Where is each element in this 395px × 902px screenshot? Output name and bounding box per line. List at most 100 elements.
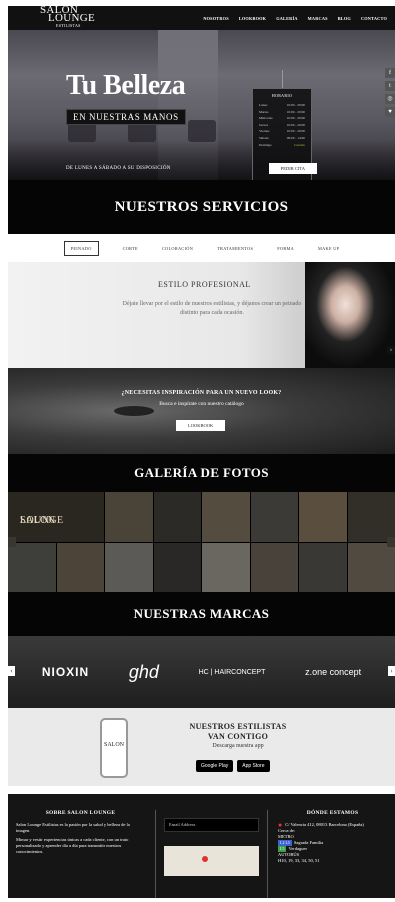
nav-link-marcas[interactable]: MARCAS <box>308 16 328 21</box>
hours-time: Cerrado <box>294 142 305 147</box>
brands-prev-icon[interactable]: ‹ <box>8 666 15 676</box>
address-text: C/ Valencia 412, 08013 Barcelona (España… <box>285 822 364 827</box>
salon-lounge-logo[interactable]: SALON LOUNGE ESTILISTAS <box>40 5 96 30</box>
gallery-photo[interactable] <box>8 542 56 592</box>
service-text: Déjate llevar por el estilo de nuestros … <box>122 301 302 316</box>
hours-time: 10:00 - 20:00 <box>286 122 305 127</box>
hours-time: 10:00 - 20:00 <box>286 116 305 121</box>
nav-link-galeria[interactable]: GALERÍA <box>276 16 297 21</box>
app-heading-line1: NUESTROS ESTILISTAS <box>189 722 287 731</box>
nav-link-nosotros[interactable]: NOSOTROS <box>203 16 228 21</box>
footer-about-title: SOBRE SALON LOUNGE <box>45 810 116 816</box>
gallery-photo[interactable] <box>299 492 347 542</box>
gallery-logo-line2: LOUNGE <box>20 515 64 526</box>
hero-banner: Tu Belleza EN NUESTRAS MANOS HORARIO Lun… <box>8 30 395 180</box>
hero-subtitle: EN NUESTRAS MANOS <box>66 109 186 125</box>
lookbook-button[interactable]: LOOKBOOK <box>176 420 226 431</box>
gallery-next-icon[interactable]: › <box>387 537 395 547</box>
logo-line2: LOUNGE <box>48 12 96 24</box>
app-promo: SALON NUESTROS ESTILISTAS VAN CONTIGO Des… <box>8 708 395 786</box>
bus-lines: H10, 19, 33, 34, 50, 51 <box>278 858 320 863</box>
nav-link-contacto[interactable]: CONTACTO <box>361 16 387 21</box>
hours-row: Martes 10:00 - 20:00 <box>259 109 305 116</box>
gallery-title: GALERÍA DE FOTOS <box>8 454 395 492</box>
nav-link-lookbook[interactable]: LOOKBOOK <box>239 16 266 21</box>
gallery-photo[interactable]: SALON LOUNGE <box>8 492 104 542</box>
hours-day: Viernes <box>259 129 270 134</box>
gallery-photo[interactable] <box>347 542 395 592</box>
hours-time: 10:00 - 20:00 <box>286 109 305 114</box>
hours-time: 10:00 - 20:00 <box>286 103 305 107</box>
tab-coloracion[interactable]: COLORACIÓN <box>162 246 193 251</box>
gallery-photo[interactable] <box>56 542 104 592</box>
model-portrait-image <box>305 262 395 368</box>
gallery-prev-icon[interactable]: ‹ <box>8 537 16 547</box>
app-text: Descarga nuestra app <box>212 743 264 749</box>
tab-tratamientos[interactable]: TRATAMIENTOS <box>217 246 253 251</box>
logo-line3: ESTILISTAS <box>56 23 81 28</box>
hours-title: HORARIO <box>271 93 293 98</box>
tab-make-up[interactable]: MAKE UP <box>318 246 339 251</box>
brand-nioxin[interactable]: NIOXIN <box>42 665 89 679</box>
gallery-photo[interactable] <box>153 492 201 542</box>
hero-title: Tu Belleza <box>66 70 186 101</box>
services-title: NUESTROS SERVICIOS <box>8 180 395 234</box>
instagram-icon[interactable]: ◎ <box>385 94 395 104</box>
brands-next-icon[interactable]: › <box>388 666 395 676</box>
hours-row: Domingo Cerrado <box>259 142 305 149</box>
gallery-photo[interactable] <box>202 542 250 592</box>
phone-image: SALON <box>100 718 128 778</box>
footer-about: SOBRE SALON LOUNGE Salon Lounge Estilist… <box>16 810 156 898</box>
hours-row: Miércoles 10:00 - 20:00 <box>259 115 305 122</box>
gallery-photo[interactable] <box>347 492 395 542</box>
service-heading: ESTILO PROFESIONAL <box>158 280 251 289</box>
metro-station: Verdaguer <box>288 846 307 851</box>
brand-zone-concept[interactable]: z.one concept <box>305 667 361 677</box>
hero-cta-bar: DE LUNES A SÁBADO A SU DISPOSICIÓN PEDIR… <box>8 156 395 180</box>
footer: SOBRE SALON LOUNGE Salon Lounge Estilist… <box>8 794 395 898</box>
footer-about-text: Mimar y vestir experiencias únicas a cad… <box>16 837 129 854</box>
brands-title: NUESTRAS MARCAS <box>8 592 395 636</box>
hours-day: Sábado <box>259 135 269 140</box>
gallery-photo[interactable] <box>202 492 250 542</box>
hours-day: Jueves <box>259 122 269 127</box>
metro-station: Sagrada Familia <box>293 840 324 845</box>
eye-image <box>114 406 154 416</box>
heart-icon[interactable]: ♥ <box>385 107 395 117</box>
hours-row: Sábado 09:00 - 14:00 <box>259 135 305 142</box>
email-input[interactable]: Email Address <box>164 818 259 832</box>
nav-link-blog[interactable]: BLOG <box>338 16 351 21</box>
twitter-icon[interactable]: t <box>385 81 395 91</box>
service-panel: ESTILO PROFESIONAL Déjate llevar por el … <box>8 262 395 368</box>
hours-row: Lunes 10:00 - 20:00 <box>259 102 305 109</box>
google-play-button[interactable]: Google Play <box>196 760 234 772</box>
gallery-photo[interactable] <box>105 542 153 592</box>
gallery-photo[interactable] <box>299 542 347 592</box>
brand-ghd[interactable]: ghd <box>129 662 159 683</box>
tab-forma[interactable]: FORMA <box>277 246 294 251</box>
app-heading-line2: VAN CONTIGO <box>207 732 269 741</box>
inspiration-heading: ¿NECESITAS INSPIRACIÓN PARA UN NUEVO LOO… <box>121 390 282 396</box>
location-map[interactable] <box>164 846 259 876</box>
gallery-photo[interactable] <box>250 542 298 592</box>
next-arrow-icon[interactable]: › <box>387 346 395 354</box>
facebook-icon[interactable]: f <box>385 68 395 78</box>
gallery-photo[interactable] <box>153 542 201 592</box>
app-heading: NUESTROS ESTILISTAS VAN CONTIGO <box>178 722 298 742</box>
app-store-button[interactable]: App Store <box>237 760 270 772</box>
tab-peinado[interactable]: PEINADO <box>63 240 99 256</box>
phone-label: SALON <box>104 742 125 748</box>
gallery-photo[interactable] <box>250 492 298 542</box>
brand-hairconcept[interactable]: HC | HAIRCONCEPT <box>199 669 266 676</box>
salon-chair-image <box>188 120 216 142</box>
footer-location-title: DÓNDE ESTAMOS <box>306 810 359 816</box>
hours-time: 09:00 - 14:00 <box>286 135 305 140</box>
gallery-photo[interactable] <box>105 492 153 542</box>
book-appointment-button[interactable]: PEDIR CITA <box>268 162 317 174</box>
hours-time: 10:00 - 20:00 <box>286 129 305 134</box>
footer-newsletter: Email Address <box>156 810 268 898</box>
hours-day: Miércoles <box>259 116 273 121</box>
tab-corte[interactable]: CORTE <box>123 246 138 251</box>
store-buttons: Google Play App Store <box>196 760 270 772</box>
hours-day: Lunes <box>259 103 268 107</box>
